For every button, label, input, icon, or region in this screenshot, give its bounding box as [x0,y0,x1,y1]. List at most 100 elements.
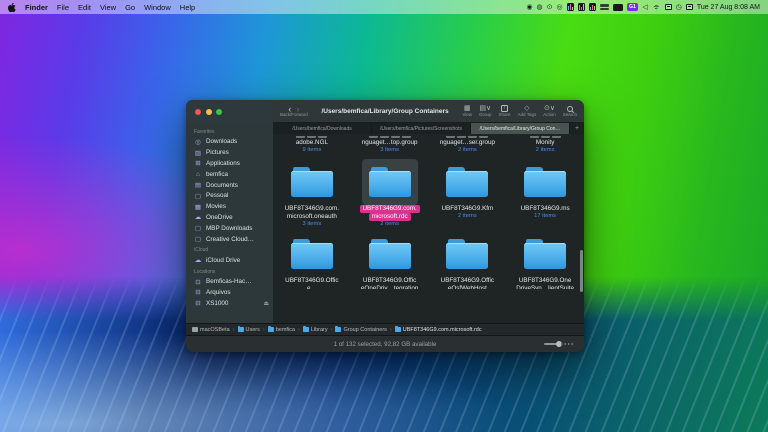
stat-meter-icon-1[interactable] [567,3,574,11]
status-app-icon-2[interactable]: ◍ [537,4,543,11]
tab-group-containers[interactable]: /Users/bemfica/Library/Group Con… [471,123,570,134]
folder-item-office-onedrive[interactable]: UBF8T346G9.Offic eOneDriv…tegration [351,231,429,289]
icon-size-slider[interactable] [544,341,575,347]
folder-item-office[interactable]: UBF8T346G9.Offic e… [273,231,351,289]
sidebar-item-arquivos[interactable]: ⊟Arquivos [186,287,273,298]
sidebar-item-xs1000[interactable]: ⊟XS1000⏏ [186,298,273,309]
chevron-down-icon: ∨ [550,105,555,112]
breadcrumb-selected-folder[interactable]: UBF8T346G9.com.microsoft.rdc [395,327,482,333]
menu-view[interactable]: View [100,3,116,12]
sidebar-item-mbp-downloads[interactable]: ▢MBP Downloads [186,223,273,234]
share-icon: ↑ [501,105,508,112]
breadcrumb-separator: › [263,327,265,333]
back-forward-control[interactable]: ‹› Back/Forward [280,105,308,118]
folder-item-kfm[interactable]: UBF8T346G9.Kfm 2 items [429,159,507,228]
sidebar-item-creative-cloud[interactable]: ▢Creative Cloud… [186,234,273,245]
folder-icon [291,167,333,197]
sidebar-item-bemficas-mac[interactable]: ⊡Bemficas-Hac… [186,276,273,287]
menu-file[interactable]: File [57,3,69,12]
clock-icon[interactable]: ◷ [676,4,682,11]
menu-finder[interactable]: Finder [25,3,48,12]
status-app-icon-1[interactable]: ◉ [526,4,532,11]
folder-icon [238,327,244,332]
sidebar-item-movies[interactable]: ▦Movies [186,201,273,212]
menu-window[interactable]: Window [144,3,171,12]
back-forward-label: Back/Forward [280,113,308,118]
mm-app-icon[interactable] [613,4,623,11]
drive-icon: ⊟ [194,299,202,307]
eject-icon[interactable]: ⏏ [263,300,269,307]
breadcrumb-group-containers[interactable]: Group Containers [335,327,386,333]
search-control[interactable]: Search [563,105,577,118]
apple-menu-icon[interactable] [8,3,16,12]
tab-bar: /Users/bemfica/Downloads /Users/bemfica/… [273,123,584,134]
window-title: /Users/bemfica/Library/Group Containers [315,108,456,115]
zoom-button[interactable] [216,109,222,115]
breadcrumb-separator: › [298,327,300,333]
file-item-monity[interactable]: Monity 2 items [506,136,584,154]
add-tags-control[interactable]: ◇ Add Tags [518,105,537,118]
volume-icon[interactable]: ◁ [642,4,647,11]
breadcrumb-users[interactable]: Users [238,327,260,333]
breadcrumb-separator: › [390,327,392,333]
sidebar-item-home[interactable]: ⌂bemfica [186,169,273,180]
status-app-icon-4[interactable]: ◎ [557,4,563,11]
drive-icon: ⊟ [194,288,202,296]
action-control[interactable]: ⊙∨ Action [543,105,556,118]
status-badge[interactable]: G1 [627,3,639,11]
tab-screenshots[interactable]: /Users/bemfica/Pictures/Screenshots [372,123,471,134]
menu-go[interactable]: Go [125,3,135,12]
breadcrumb-macosbeta[interactable]: macOSBeta [192,327,230,333]
breadcrumb-bemfica[interactable]: bemfica [268,327,295,333]
cloud-icon: ☁ [194,213,202,221]
tab-downloads[interactable]: /Users/bemfica/Downloads [273,123,372,134]
menu-edit[interactable]: Edit [78,3,91,12]
folder-icon: ▢ [194,235,202,243]
file-item-adobe-ngl[interactable]: adobe.NGL 9 items [273,136,351,154]
menu-help[interactable]: Help [180,3,195,12]
sidebar-item-pessoal[interactable]: ▢Pessoal [186,190,273,201]
stat-meter-icon-2[interactable] [578,3,585,11]
view-control[interactable]: ▦ View [462,105,472,118]
sidebar-item-icloud-drive[interactable]: ☁iCloud Drive [186,255,273,266]
folder-item-onedrive-suite[interactable]: UBF8T346G9.One DriveSyn…lientSuite [506,231,584,289]
group-control[interactable]: ▤∨ Group [479,105,492,118]
folder-icon [524,167,566,197]
sidebar-section-favorites: Favorites [194,129,273,135]
breadcrumb-library[interactable]: Library [303,327,328,333]
sidebar-item-pictures[interactable]: ▨Pictures [186,147,273,158]
file-item-nguaget-top[interactable]: nguaget…top.group 3 items [351,136,429,154]
folder-item-ms[interactable]: UBF8T346G9.ms 17 items [506,159,584,228]
folder-icon: ▢ [194,224,202,232]
new-tab-button[interactable]: + [570,123,584,134]
finder-sidebar: Favorites ◎Downloads ▨Pictures ⊞Applicat… [186,123,273,323]
close-button[interactable] [195,109,201,115]
world-clock-icon[interactable] [600,4,609,10]
folder-item-office-osfwebhost[interactable]: UBF8T346G9.Offic eOsfWebHost [429,231,507,289]
sidebar-item-documents[interactable]: ▤Documents [186,180,273,191]
stat-meter-icon-3[interactable] [589,3,596,11]
share-control[interactable]: ↑ Share [499,105,511,118]
sidebar-item-onedrive[interactable]: ☁OneDrive [186,212,273,223]
folder-icon [335,327,341,332]
folder-item-oneauth[interactable]: UBF8T346G9.com. microsoft.oneauth 3 item… [273,159,351,228]
sidebar-item-applications[interactable]: ⊞Applications [186,158,273,169]
window-stack-icon[interactable] [665,4,672,10]
vertical-scrollbar[interactable] [580,250,583,292]
folder-icon [395,327,401,332]
display-icon[interactable] [686,4,693,10]
group-label: Group [479,113,492,118]
sidebar-section-locations: Locations [194,269,273,275]
chevron-down-icon: ∨ [486,105,491,112]
sidebar-item-downloads[interactable]: ◎Downloads [186,137,273,148]
breadcrumb-separator: › [233,327,235,333]
menu-bar: Finder File Edit View Go Window Help ◉ ◍… [0,0,768,14]
folder-icon [303,327,309,332]
menubar-datetime[interactable]: Tue 27 Aug 8:08 AM [697,4,760,11]
minimize-button[interactable] [206,109,212,115]
finder-window: ‹› Back/Forward /Users/bemfica/Library/G… [186,100,584,352]
status-app-icon-3[interactable]: ⊙ [547,4,553,11]
file-item-nguaget-ser[interactable]: nguaget…ser.group 2 items [429,136,507,154]
wifi-icon[interactable] [652,4,661,11]
folder-item-rdc-selected[interactable]: UBF8T346G9.com. microsoft.rdc 2 items [351,159,429,228]
